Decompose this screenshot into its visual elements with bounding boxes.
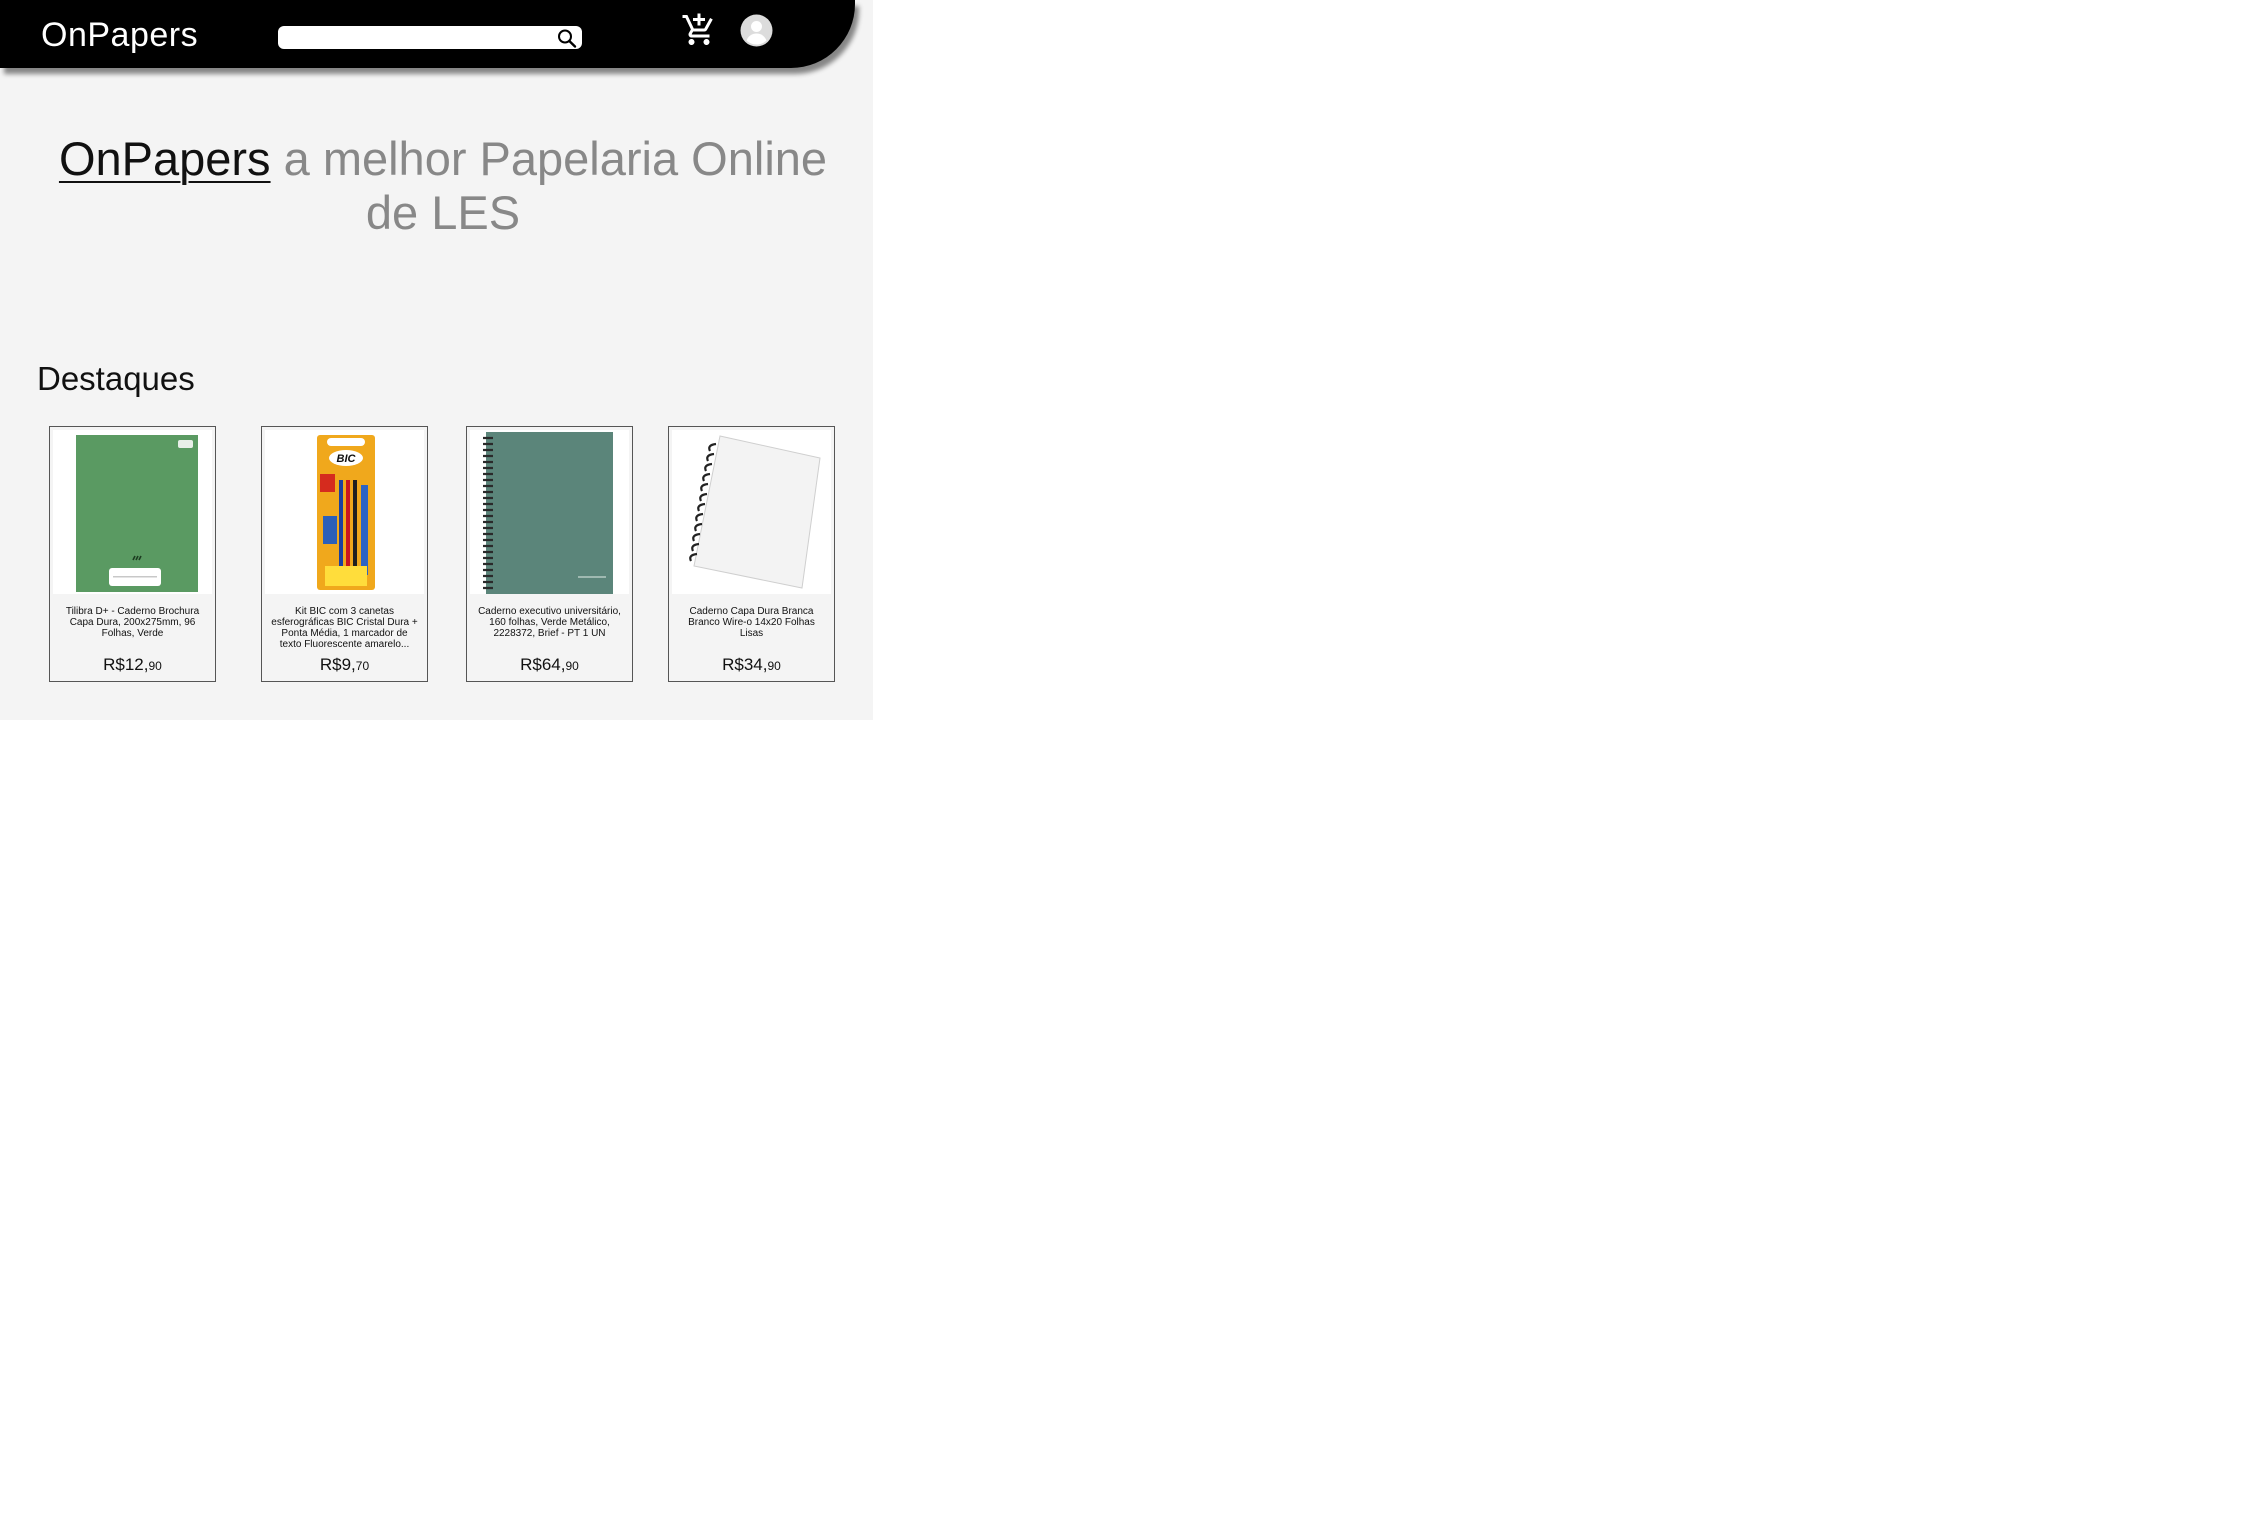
- hero-brand-link[interactable]: OnPapers: [59, 132, 271, 185]
- bic-pen-kit-image: BIC: [265, 430, 424, 594]
- svg-text:BIC: BIC: [337, 453, 357, 465]
- product-card[interactable]: Caderno executivo universitário, 160 fol…: [466, 426, 633, 682]
- price-cents: 90: [565, 659, 579, 673]
- cart-button[interactable]: [681, 12, 717, 48]
- search-input[interactable]: [286, 26, 548, 49]
- price-main: R$64,: [520, 655, 566, 674]
- page: OnPapers OnPapers a melhor Papelaria Onl…: [0, 0, 873, 720]
- product-title: Caderno Capa Dura Branca Branco Wire-o 1…: [688, 606, 815, 639]
- spiral-notebook-white-image: [672, 430, 831, 594]
- product-image: [672, 430, 831, 594]
- search-bar: [278, 26, 582, 49]
- search-icon: [558, 29, 577, 48]
- product-card[interactable]: Caderno Capa Dura Branca Branco Wire-o 1…: [668, 426, 835, 682]
- price-main: R$34,: [722, 655, 768, 674]
- product-price: R$12,90: [50, 655, 215, 675]
- price-main: R$12,: [103, 655, 149, 674]
- add-shopping-cart-icon: [682, 13, 713, 45]
- product-title: Caderno executivo universitário, 160 fol…: [478, 606, 621, 639]
- product-price: R$34,90: [669, 655, 834, 675]
- price-cents: 90: [148, 659, 162, 673]
- price-main: R$9,: [319, 655, 356, 674]
- product-card[interactable]: BIC Kit BIC com 3 canetas esferográficas…: [261, 426, 428, 682]
- navbar: OnPapers: [0, 0, 855, 68]
- product-title: Tilibra D+ - Caderno Brochura Capa Dura,…: [65, 606, 200, 639]
- featured-section-title: Destaques: [37, 360, 195, 397]
- hero-headline: OnPapers a melhor Papelaria Online de LE…: [30, 132, 856, 240]
- spiral-notebook-green-image: [470, 430, 629, 594]
- product-image: [470, 430, 629, 594]
- product-title: Kit BIC com 3 canetas esferográficas BIC…: [271, 606, 418, 650]
- user-account-button[interactable]: [740, 14, 773, 47]
- product-price: R$64,90: [467, 655, 632, 675]
- price-cents: 90: [767, 659, 781, 673]
- hero-tagline: a melhor Papelaria Online de LES: [270, 132, 828, 239]
- search-button[interactable]: [554, 26, 580, 49]
- account-circle-icon: [740, 14, 773, 47]
- green-notebook-image: [53, 430, 212, 594]
- price-cents: 70: [355, 659, 370, 673]
- product-card[interactable]: Tilibra D+ - Caderno Brochura Capa Dura,…: [49, 426, 216, 682]
- product-image: BIC: [265, 430, 424, 594]
- product-price: R$9,70: [262, 655, 427, 675]
- brand-logo-link[interactable]: OnPapers: [41, 16, 198, 55]
- product-image: [53, 430, 212, 594]
